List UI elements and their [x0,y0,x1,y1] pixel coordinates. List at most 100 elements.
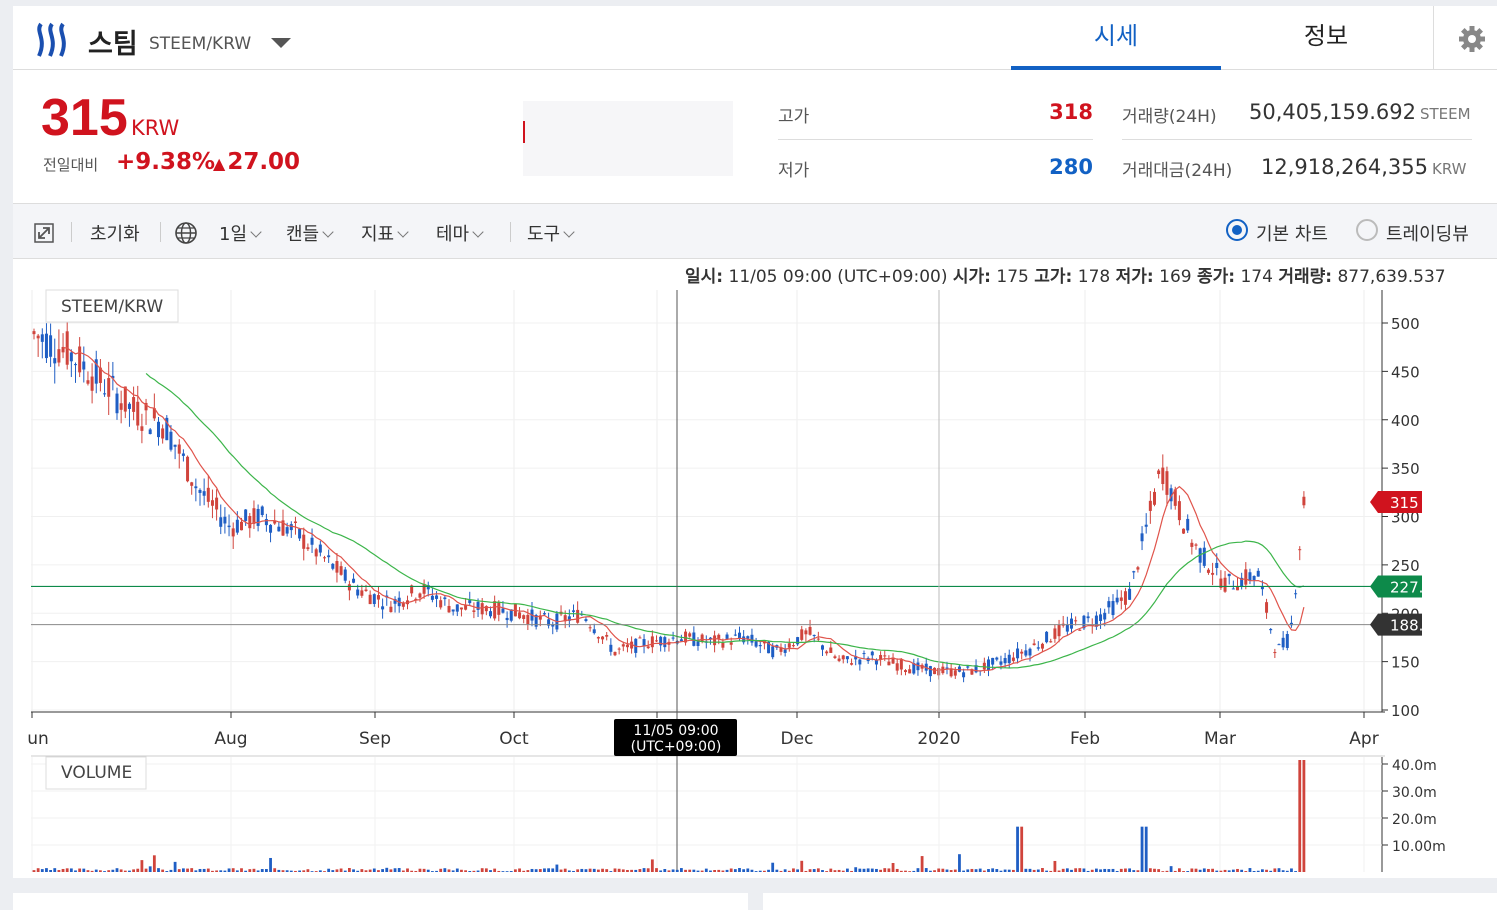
candle-body [1157,470,1161,475]
volume-bar [1082,868,1086,872]
volume-bar [397,868,401,872]
volume-tick-label: 10.00m [1392,839,1446,855]
candle-body [1040,643,1044,649]
candle-body [302,534,306,549]
volume-bar [1190,868,1194,872]
volume-bar [655,868,658,872]
candle-body [1074,620,1078,622]
crosshair-x-label: 11/05 09:00(UTC+09:00) [614,719,737,756]
candle-body [422,583,426,594]
candle-body [771,646,775,658]
candle-body [161,428,165,439]
volume-bar [273,868,277,872]
candle-body [1153,491,1156,505]
y-tick-label: 150 [1391,654,1420,672]
volume-bar [426,869,430,872]
volume-bar [1078,868,1082,872]
candle-body [1032,643,1036,646]
volume-bar [252,868,256,872]
x-tick-label: Aug [214,729,247,749]
y-tick-label: 100 [1391,702,1420,720]
volume-bar [717,869,721,872]
volume-bar [1065,868,1069,872]
ma-price-tag-text: 227.69 [1390,578,1443,596]
volume-bar [675,869,679,872]
volume-bar [455,868,459,872]
volume-bar [1240,869,1244,872]
candle-body [1065,624,1069,632]
x-tick-label: Dec [781,729,814,749]
volume-bar [1132,870,1136,872]
candle-body [381,606,385,610]
candle-body [576,609,580,623]
volume-bar [1269,870,1273,872]
volume-bar [78,868,82,872]
volume-bar [265,869,268,872]
candle-body [596,637,600,639]
volume-bar [161,869,165,872]
volume-bar [796,869,799,872]
volume-bar [152,855,156,872]
candle-body [1223,577,1227,592]
candle-body [44,333,48,359]
candle-body [717,634,721,639]
candle-body [1045,631,1049,643]
candle-body [119,403,123,410]
candle-body [625,644,629,648]
volume-bar [1252,870,1256,872]
candle-body [584,619,588,622]
volume-bar [439,868,443,872]
volume-bar [663,868,667,872]
candle-body [248,515,252,529]
volume-bar [962,870,965,872]
candle-body [821,645,824,650]
volume-bar [202,868,206,872]
candle-body [542,613,546,615]
candle-body [376,595,380,600]
volume-bar [115,868,119,872]
volume-bar [401,870,405,872]
volume-bar [1111,868,1115,872]
volume-bar [895,868,899,872]
volume-bar [123,870,127,872]
candle-body [418,593,422,598]
volume-bar [45,868,48,872]
candle-body [493,601,497,619]
candle-body [991,657,995,665]
candle-body [103,393,107,395]
volume-bar [1036,869,1040,872]
candle-body [298,528,302,539]
volume-bar [1136,870,1140,872]
candle-body [572,610,575,612]
volume-bar [850,870,853,872]
volume-bar [754,871,758,872]
candle-body [1078,629,1082,631]
volume-bar [468,871,472,872]
volume-bar [825,871,829,872]
volume-bar [406,868,409,872]
volume-bar [464,870,467,872]
volume-bar [194,870,198,872]
volume-bar [904,870,907,872]
volume-bar [381,869,384,872]
candle-body [190,482,194,486]
candle-body [269,524,273,533]
volume-bar [418,868,422,872]
volume-bar [509,871,513,872]
candle-body [430,595,434,600]
volume-bar [642,868,646,872]
volume-bar [1169,866,1173,872]
volume-bar [36,868,40,872]
volume-bar [995,869,999,872]
x-tick-label: un [27,729,49,749]
volume-bar [1045,870,1048,872]
volume-bar [1219,870,1223,872]
candle-body [1099,614,1103,621]
volume-bar [1186,871,1190,872]
x-tick-label: Sep [359,729,391,749]
candle-body [293,521,297,524]
y-tick-label: 350 [1391,460,1420,478]
volume-bar [128,870,131,872]
price-chart[interactable]: 100150200250300350400450500unAugSepOctDe… [0,0,1497,880]
candle-body [468,600,472,604]
